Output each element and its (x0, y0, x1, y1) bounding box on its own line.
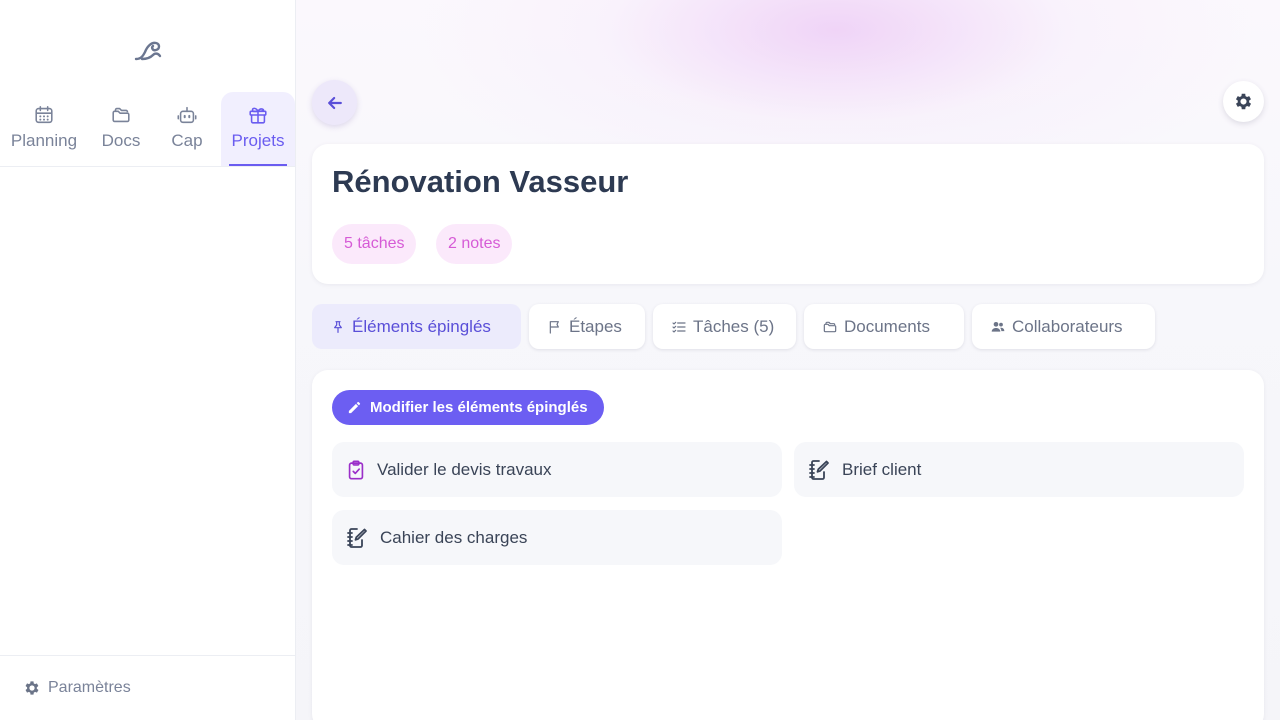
tab-label: Éléments épinglés (352, 316, 491, 336)
folders-icon (823, 321, 837, 332)
tab-label: Collaborateurs (1012, 316, 1123, 336)
gear-icon (25, 681, 39, 695)
edit-pinned-label: Modifier les éléments épinglés (370, 399, 588, 416)
tab-pinned-elements[interactable]: Éléments épinglés (312, 304, 521, 349)
pinned-item[interactable]: Valider le devis travaux (332, 442, 782, 497)
clipboard-check-icon (348, 459, 364, 480)
robot-icon (177, 106, 197, 124)
nav-label: Planning (10, 131, 78, 150)
back-button[interactable] (312, 80, 357, 125)
notebook-edit-icon (347, 527, 367, 548)
calendar-icon (35, 105, 53, 124)
tab-documents[interactable]: Documents (804, 304, 964, 349)
nav-label: Cap (171, 131, 203, 150)
tab-label: Documents (844, 316, 930, 336)
tab-collaborators[interactable]: Collaborateurs (972, 304, 1155, 349)
tab-steps[interactable]: Étapes (529, 304, 645, 349)
notes-count-badge: 2 notes (436, 224, 513, 264)
notebook-edit-icon (809, 459, 829, 480)
arrow-left-icon (327, 96, 342, 109)
main-nav: Planning Docs Cap Projets (0, 92, 295, 167)
folder-icon (112, 107, 130, 123)
settings-link[interactable]: Paramètres (0, 655, 295, 720)
nav-item-planning[interactable]: Planning (6, 92, 82, 166)
pin-icon (334, 320, 342, 333)
nav-item-projets[interactable]: Projets (221, 92, 295, 166)
sidebar: Planning Docs Cap Projets Paramètres (0, 0, 296, 720)
tasks-count-badge: 5 tâches (332, 224, 417, 264)
wave-logo-icon[interactable] (133, 37, 163, 63)
box-icon (249, 107, 267, 124)
flag-icon (549, 320, 559, 334)
pencil-icon (348, 401, 361, 414)
pinned-item[interactable]: Cahier des charges (332, 510, 782, 565)
main-content: Rénovation Vasseur 5 tâches 2 notes Élém… (296, 0, 1280, 720)
users-icon (991, 321, 1005, 332)
nav-item-cap[interactable]: Cap (163, 92, 211, 166)
tab-label: Étapes (569, 316, 622, 336)
project-header-card: Rénovation Vasseur 5 tâches 2 notes (312, 144, 1264, 284)
pinned-item[interactable]: Brief client (794, 442, 1244, 497)
project-settings-button[interactable] (1223, 81, 1264, 122)
pinned-item-label: Valider le devis travaux (377, 459, 552, 479)
edit-pinned-button[interactable]: Modifier les éléments épinglés (332, 390, 604, 425)
project-title: Rénovation Vasseur (332, 164, 629, 199)
gear-icon (1235, 93, 1252, 110)
tab-label: Tâches (5) (693, 316, 775, 336)
pinned-item-label: Cahier des charges (380, 527, 528, 547)
settings-label: Paramètres (48, 679, 131, 696)
nav-label: Docs (101, 131, 141, 150)
nav-item-docs[interactable]: Docs (94, 92, 148, 166)
pinned-elements-panel: Modifier les éléments épinglés Valider l… (312, 370, 1264, 720)
tab-tasks[interactable]: Tâches (5) (653, 304, 796, 349)
pinned-item-label: Brief client (842, 459, 922, 479)
nav-label: Projets (231, 131, 285, 150)
checklist-icon (672, 321, 686, 333)
